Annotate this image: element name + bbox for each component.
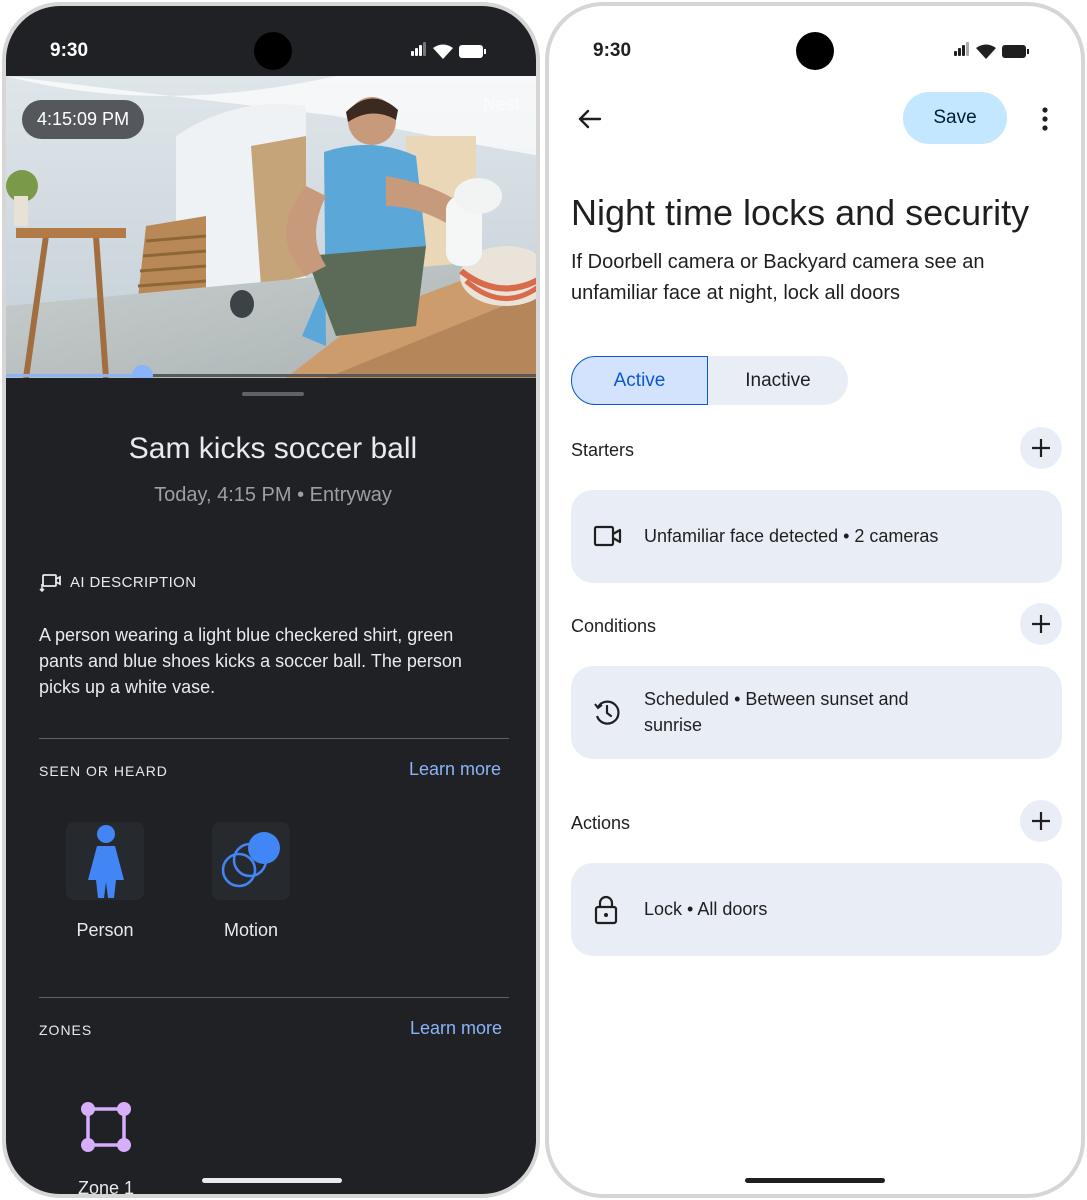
video-timestamp: 4:15:09 PM: [22, 100, 145, 139]
phone-right-automation-editor: 9:30 Save Night time locks and security …: [545, 2, 1085, 1198]
zones-label: ZONES: [39, 1022, 93, 1038]
action-card[interactable]: Lock • All doors: [571, 863, 1062, 956]
condition-card[interactable]: Scheduled • Between sunset and sunrise: [571, 666, 1062, 759]
system-icons: [954, 42, 1030, 61]
scrubber-progress: [6, 374, 142, 377]
starter-card[interactable]: Unfamiliar face detected • 2 cameras: [571, 490, 1062, 583]
motion-label: Motion: [223, 920, 279, 940]
home-indicator[interactable]: [745, 1178, 885, 1183]
more-vert-icon: [1042, 107, 1048, 131]
ai-description-text: A person wearing a light blue checkered …: [39, 625, 462, 697]
motion-icon: [221, 832, 280, 888]
seen-learn-more-link[interactable]: Learn more: [409, 759, 501, 780]
add-action-button[interactable]: [1020, 800, 1062, 842]
event-title: Sam kicks soccer ball: [128, 432, 418, 465]
camera-video-player[interactable]: 4:15:09 PM Nest: [6, 76, 536, 378]
starters-label: Starters: [571, 440, 635, 460]
lock-icon: [594, 895, 618, 925]
wifi-icon: [433, 44, 453, 59]
signal-icon: [954, 42, 970, 61]
conditions-label: Conditions: [571, 616, 657, 636]
action-card-text: Lock • All doors: [644, 899, 768, 919]
automation-title: Night time locks and security: [571, 192, 1030, 233]
status-time: 9:30: [593, 40, 632, 61]
signal-icon: [411, 42, 427, 61]
video-camera-icon: [593, 525, 622, 547]
zones-learn-more-link[interactable]: Learn more: [410, 1018, 502, 1039]
condition-card-text: Scheduled • Between sunset and sunrise: [644, 689, 909, 735]
person-label: Person: [76, 920, 134, 940]
plus-icon: [1032, 812, 1050, 830]
schedule-icon: [594, 700, 620, 725]
zone-icon: [81, 1102, 131, 1152]
ai-description-icon: [39, 574, 61, 592]
divider: [39, 738, 509, 739]
camera-cutout: [796, 32, 834, 70]
person-icon: [88, 825, 124, 898]
plus-icon: [1032, 615, 1050, 633]
arrow-back-icon: [578, 109, 602, 129]
add-condition-button[interactable]: [1020, 603, 1062, 645]
add-starter-button[interactable]: [1020, 427, 1062, 469]
status-segmented-control: Active Inactive: [571, 356, 848, 405]
starter-card-text: Unfamiliar face detected • 2 cameras: [644, 526, 939, 546]
motion-detection-tile[interactable]: [212, 822, 290, 900]
inactive-segment[interactable]: Inactive: [708, 356, 848, 405]
seen-or-heard-label: SEEN OR HEARD: [39, 763, 168, 779]
zone-1-label: Zone 1: [77, 1178, 135, 1198]
wifi-icon: [976, 44, 996, 59]
plus-icon: [1032, 439, 1050, 457]
actions-label: Actions: [571, 813, 631, 833]
save-button[interactable]: Save: [903, 92, 1007, 144]
battery-icon: [459, 45, 486, 58]
automation-description: If Doorbell camera or Backyard camera se…: [571, 251, 985, 304]
battery-icon: [1002, 45, 1029, 58]
event-subtitle: Today, 4:15 PM • Entryway: [154, 484, 392, 506]
divider: [39, 997, 509, 998]
active-segment[interactable]: Active: [571, 356, 708, 405]
ai-description-header: AI DESCRIPTION: [39, 572, 196, 592]
home-indicator[interactable]: [202, 1178, 342, 1183]
person-detection-tile[interactable]: [66, 822, 144, 900]
zone-1-tile[interactable]: [78, 1099, 134, 1155]
phone-left-event-detail: 9:30 4:15:09 PM Nest Sam kicks soccer ba…: [2, 2, 540, 1198]
sheet-drag-handle[interactable]: [242, 392, 304, 396]
camera-cutout: [254, 32, 292, 70]
back-button[interactable]: [573, 102, 607, 136]
ai-description-label: AI DESCRIPTION: [70, 573, 197, 591]
status-time: 9:30: [50, 40, 89, 61]
nest-watermark: Nest: [482, 94, 520, 114]
system-icons: [411, 42, 487, 61]
more-options-button[interactable]: [1035, 102, 1055, 136]
